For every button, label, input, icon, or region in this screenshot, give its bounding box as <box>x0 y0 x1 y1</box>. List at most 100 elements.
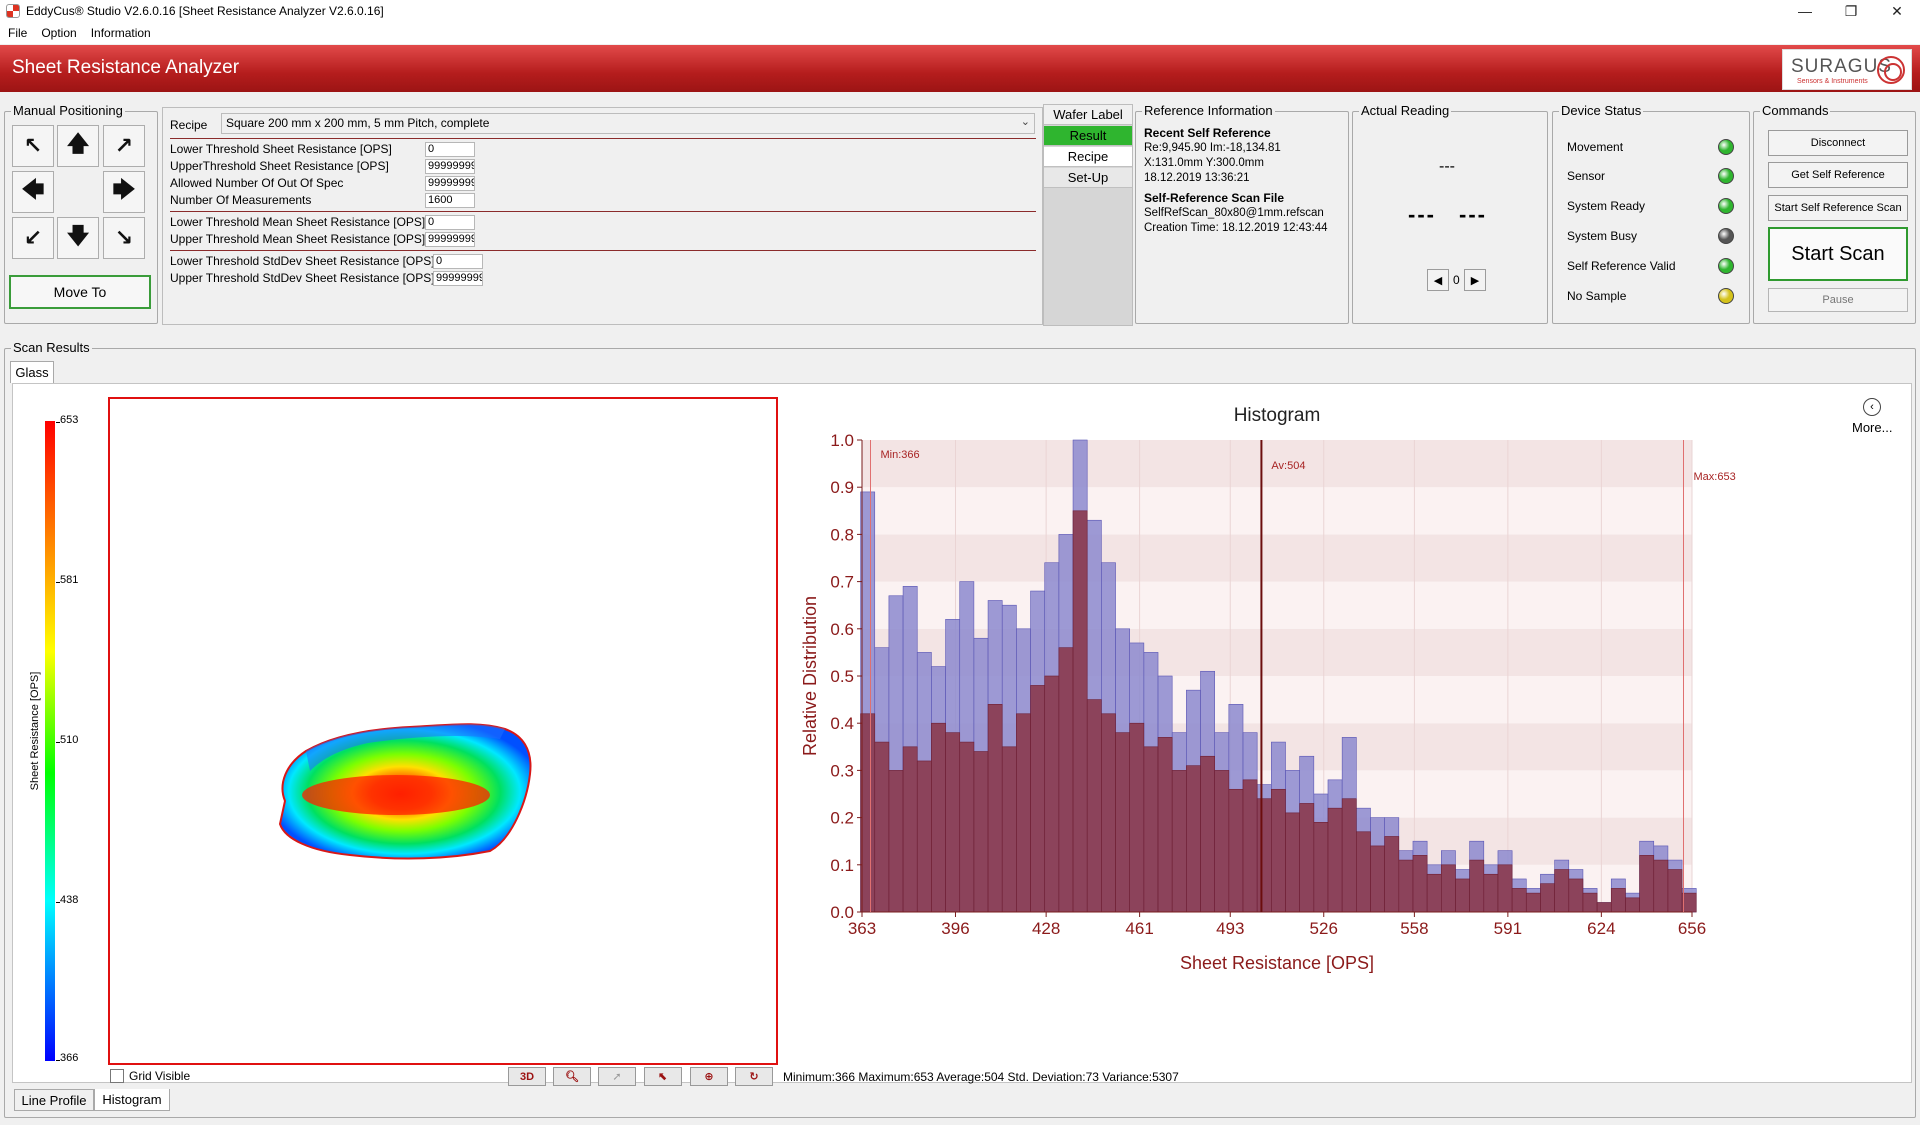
x-tick-label: 624 <box>1587 919 1615 938</box>
menu-information[interactable]: Information <box>91 26 151 40</box>
get-self-reference-button[interactable]: Get Self Reference <box>1768 162 1908 188</box>
histogram-bar <box>1540 883 1555 913</box>
histogram-bar <box>888 770 904 913</box>
histogram-bar <box>1171 770 1187 913</box>
self-reference-scan-file-title: Self-Reference Scan File <box>1144 191 1285 205</box>
plot-band <box>862 534 1692 582</box>
recipe-select[interactable]: Square 200 mm x 200 mm, 5 mm Pitch, comp… <box>221 113 1035 134</box>
status-led-system-ready <box>1718 198 1734 214</box>
commands-title: Commands <box>1760 103 1831 118</box>
move-right-button[interactable]: 🡆 <box>103 171 145 213</box>
histogram-bar <box>931 722 946 913</box>
more-button[interactable]: ‹ More... <box>1852 398 1892 435</box>
triangle-left-icon: ◀ <box>1433 274 1443 287</box>
status-label-no-sample: No Sample <box>1567 289 1627 303</box>
menu-option[interactable]: Option <box>41 26 76 40</box>
move-up-right-button[interactable]: ↗ <box>103 125 145 167</box>
histogram-bar <box>1370 845 1385 913</box>
status-label-sensor: Sensor <box>1567 169 1606 183</box>
select-button[interactable]: ➚ <box>598 1067 636 1086</box>
histogram-bar <box>1129 722 1145 913</box>
tab-recipe[interactable]: Recipe <box>1044 147 1132 167</box>
actual-reading-left-value: --- <box>1408 202 1436 227</box>
param-input-lower-threshold[interactable]: 0 <box>425 142 475 157</box>
sheet-resistance-map[interactable] <box>108 397 778 1065</box>
param-label-allowed-out-of-spec: Allowed Number Of Out Of Spec <box>170 176 344 190</box>
menu-file[interactable]: File <box>8 26 27 40</box>
start-scan-button[interactable]: Start Scan <box>1768 227 1908 281</box>
tab-result[interactable]: Result <box>1044 126 1132 146</box>
histogram-bar <box>1299 803 1315 913</box>
refresh-button[interactable]: ↻ <box>735 1067 773 1086</box>
reading-next-button[interactable]: ▶ <box>1464 269 1486 291</box>
param-input-upper-mean[interactable]: 99999999 <box>425 232 475 247</box>
view-3d-button[interactable]: 3D <box>508 1067 546 1086</box>
histogram-bar <box>1058 647 1074 913</box>
close-button[interactable]: ✕ <box>1874 0 1920 22</box>
recent-self-reference-time: 18.12.2019 13:36:21 <box>1144 172 1250 184</box>
histogram-bar <box>1157 737 1173 913</box>
self-reference-creation-time: Creation Time: 18.12.2019 12:43:44 <box>1144 222 1328 234</box>
y-axis-label: Relative Distribution <box>800 596 820 756</box>
colorbar-tick-label: 366 <box>60 1052 79 1064</box>
restore-button[interactable]: ❐ <box>1828 0 1874 22</box>
manual-positioning-title: Manual Positioning <box>11 103 125 118</box>
reading-prev-button[interactable]: ◀ <box>1427 269 1449 291</box>
histogram-svg: 0.00.10.20.30.40.50.60.70.80.91.0363 396 4… <box>800 405 1736 973</box>
param-input-number-of-measurements[interactable]: 1600 <box>425 193 475 208</box>
cursor-icon: ⬉ <box>658 1071 668 1083</box>
move-up-left-button[interactable]: ↖ <box>12 125 54 167</box>
tab-set-up[interactable]: Set-Up <box>1044 168 1132 188</box>
param-input-lower-mean[interactable]: 0 <box>425 215 475 230</box>
move-to-button[interactable]: Move To <box>9 275 151 309</box>
zoom-button[interactable]: 🔍︎ <box>553 1067 591 1086</box>
histogram-bar <box>1625 897 1640 913</box>
move-left-button[interactable]: 🡄 <box>12 171 54 213</box>
param-input-upper-threshold[interactable]: 99999999 <box>425 159 475 174</box>
param-label-lower-threshold: Lower Threshold Sheet Resistance [OPS] <box>170 142 392 156</box>
tab-histogram[interactable]: Histogram <box>94 1089 170 1111</box>
tab-wafer-label[interactable]: Wafer Label <box>1044 105 1132 125</box>
start-self-reference-scan-button[interactable]: Start Self Reference Scan <box>1768 195 1908 221</box>
histogram-bar <box>959 741 975 913</box>
recent-self-reference-position: X:131.0mm Y:300.0mm <box>1144 157 1264 169</box>
param-input-lower-stddev[interactable]: 0 <box>433 254 483 269</box>
move-down-right-button[interactable]: ↘ <box>103 217 145 259</box>
actual-reading-top-value: --- <box>1439 158 1455 175</box>
histogram-bar <box>1186 765 1201 913</box>
triangle-right-icon: ▶ <box>1470 274 1480 287</box>
reset-view-button[interactable]: ⊕ <box>690 1067 728 1086</box>
chevron-down-icon: ⌄ <box>1020 116 1030 128</box>
histogram-bar <box>1469 859 1485 913</box>
grid-visible-checkbox[interactable] <box>110 1069 124 1083</box>
disconnect-button[interactable]: Disconnect <box>1768 130 1908 156</box>
window-title: EddyCus® Studio V2.6.0.16 [Sheet Resista… <box>26 4 384 18</box>
reference-information-title: Reference Information <box>1142 103 1275 118</box>
recipe-panel: Recipe Square 200 mm x 200 mm, 5 mm Pitc… <box>162 107 1043 325</box>
move-down-button[interactable]: 🡇 <box>57 217 99 259</box>
pick-point-button[interactable]: ⬉ <box>644 1067 682 1086</box>
move-down-left-button[interactable]: ↙ <box>12 217 54 259</box>
title-bar: EddyCus® Studio V2.6.0.16 [Sheet Resista… <box>0 0 1920 22</box>
move-up-button[interactable]: 🡅 <box>57 125 99 167</box>
actual-reading-group: Actual Reading --- --- --- ◀ 0 ▶ <box>1352 103 1548 324</box>
status-led-sensor <box>1718 168 1734 184</box>
status-led-self-reference-valid <box>1718 258 1734 274</box>
tab-glass[interactable]: Glass <box>10 361 54 383</box>
param-label-lower-stddev: Lower Threshold StdDev Sheet Resistance … <box>170 254 435 268</box>
histogram-chart[interactable]: 0.0 0.1 0.2 0.3 0.4 0.5 0.6 0.7 0.8 0.9 1.0 363 396 4… <box>786 395 1850 1065</box>
histogram-bar <box>1497 864 1513 913</box>
app-header-title: Sheet Resistance Analyzer <box>12 57 240 78</box>
param-input-allowed-out-of-spec[interactable]: 99999999 <box>425 176 475 191</box>
histogram-bar <box>1554 869 1570 913</box>
minimize-button[interactable]: — <box>1782 0 1828 22</box>
pause-button[interactable]: Pause <box>1768 288 1908 312</box>
histogram-bar <box>1001 746 1017 913</box>
histogram-bar <box>1086 699 1102 913</box>
y-tick-label: 0.7 <box>830 573 854 592</box>
pointer-icon: ➚ <box>612 1071 622 1083</box>
param-input-upper-stddev[interactable]: 99999999 <box>433 271 483 286</box>
histogram-bar <box>1271 788 1286 913</box>
tab-line-profile[interactable]: Line Profile <box>14 1089 94 1111</box>
histogram-bar <box>945 732 961 913</box>
